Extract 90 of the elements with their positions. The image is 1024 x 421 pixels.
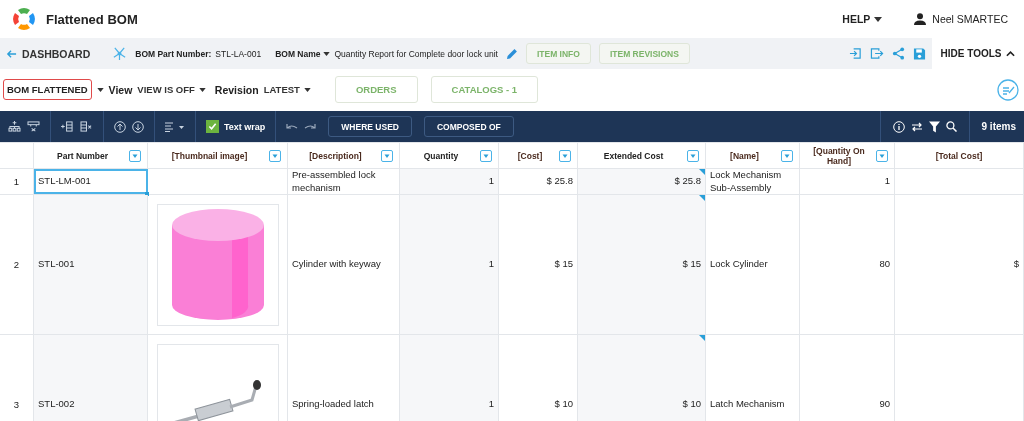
view-dropdown[interactable]: VIEW IS OFF (137, 84, 206, 95)
grid-button[interactable]: COMPOSED OF (423, 116, 514, 137)
hierarchy-icon (112, 46, 128, 61)
undo-icon[interactable] (286, 122, 299, 131)
bom-part-number: STL-LA-001 (215, 48, 262, 59)
caret-icon (303, 87, 311, 92)
table-cell: 1 (488, 258, 494, 271)
help-menu[interactable]: HELP (842, 13, 883, 25)
swap-arrows-icon[interactable] (910, 121, 923, 132)
export-icon[interactable] (870, 47, 884, 60)
chevron-up-icon (1006, 50, 1016, 57)
table-cell: Latch Mechanism (710, 398, 785, 411)
user-icon (914, 13, 927, 25)
remove-child-icon[interactable] (27, 121, 40, 132)
table-cell: $ 25.8 (546, 175, 573, 188)
caret-icon (323, 51, 331, 56)
back-arrow-icon (6, 48, 17, 59)
app-title: Flattened BOM (46, 11, 138, 27)
column-filter-icon[interactable] (687, 149, 699, 162)
table-cell: $ 15 (682, 258, 701, 271)
table-cell: Lock Cylinder (710, 258, 768, 271)
column-filter-icon[interactable] (269, 149, 281, 162)
column-filter-icon[interactable] (876, 149, 888, 162)
bom-part-number-label: BOM Part Number: (135, 48, 212, 59)
table-cell: 80 (879, 258, 890, 271)
table-cell: 1 (488, 398, 494, 411)
save-icon[interactable] (913, 46, 926, 61)
table-cell-text: Lock Mechanism Sub-Assembly (710, 169, 783, 194)
checkmark-icon (208, 122, 217, 131)
delete-column-icon[interactable] (80, 121, 93, 132)
search-icon[interactable] (945, 121, 957, 132)
column-filter-icon[interactable] (381, 149, 393, 162)
filter-icon[interactable] (928, 120, 940, 133)
user-name[interactable]: Neel SMARTEC (932, 13, 1008, 25)
column-filter-icon[interactable] (781, 149, 793, 162)
revision-label: Revision (214, 83, 259, 96)
caret-icon (96, 87, 104, 92)
part-number[interactable]: STL-002 (38, 398, 75, 411)
move-up-icon[interactable] (114, 120, 126, 133)
column-header[interactable]: [Total Cost] (901, 150, 1017, 161)
column-filter-icon[interactable] (129, 149, 141, 162)
hide-tools-button[interactable]: HIDE TOOLS (932, 38, 1024, 69)
table-cell: $ (1013, 258, 1019, 271)
table-cell: Cylinder with keyway (292, 258, 381, 271)
column-header[interactable]: Extended Cost (584, 150, 683, 161)
app-logo-icon (10, 5, 38, 33)
part-number[interactable]: STL-001 (38, 258, 75, 271)
column-filter-icon[interactable] (559, 149, 571, 162)
grid-button[interactable]: WHERE USED (328, 116, 412, 137)
import-icon[interactable] (849, 47, 862, 60)
table-cell: 90 (879, 398, 890, 411)
cell-corner-marker (699, 169, 705, 175)
align-menu-icon[interactable] (165, 121, 185, 132)
cell-corner-marker (699, 335, 705, 341)
table-cell: $ 25.8 (674, 175, 701, 188)
caret-icon (874, 16, 883, 22)
notes-icon[interactable] (997, 78, 1019, 101)
column-filter-icon[interactable] (480, 149, 492, 162)
table-cell: $ 10 (682, 398, 701, 411)
table-cell: 1 (884, 175, 890, 188)
dashboard-link[interactable]: DASHBOARD (6, 47, 91, 60)
table-cell: 1 (488, 175, 494, 188)
caret-icon (198, 87, 206, 92)
revision-dropdown[interactable]: LATEST (263, 84, 311, 95)
column-header[interactable]: [Thumbnail image] (154, 150, 265, 161)
column-header[interactable]: Part Number (40, 150, 125, 161)
column-header[interactable]: [Description] (294, 150, 377, 161)
add-child-icon[interactable] (8, 121, 21, 132)
column-header[interactable]: [Cost] (505, 150, 555, 161)
item-count: 9 items (981, 121, 1016, 132)
pencil-icon[interactable] (505, 47, 518, 60)
bom-name: Quantity Report for Complete door lock unit (334, 48, 498, 59)
view-label: View (108, 83, 133, 96)
move-down-icon[interactable] (132, 120, 144, 133)
column-header[interactable]: [Name] (712, 150, 777, 161)
part-number[interactable]: STL-LM-001 (38, 175, 91, 188)
cell-corner-marker (699, 195, 705, 201)
redo-icon[interactable] (304, 122, 317, 131)
share-icon[interactable] (892, 47, 905, 60)
table-cell-text: Pre-assembled lock mechanism (292, 169, 377, 194)
insert-column-icon[interactable] (61, 121, 74, 132)
table-cell: Spring-loaded latch (292, 398, 374, 411)
bom-type-selector[interactable]: BOM FLATTENED (3, 79, 92, 100)
info-icon[interactable] (892, 120, 905, 133)
bom-name-dropdown[interactable]: BOM Name (275, 48, 331, 59)
table-cell: $ 15 (554, 258, 573, 271)
column-header[interactable]: [Quantity On Hand] (806, 145, 872, 166)
text-wrap-checkbox[interactable]: Text wrap (206, 120, 266, 133)
table-cell: $ 10 (554, 398, 573, 411)
column-header[interactable]: Quantity (406, 150, 476, 161)
